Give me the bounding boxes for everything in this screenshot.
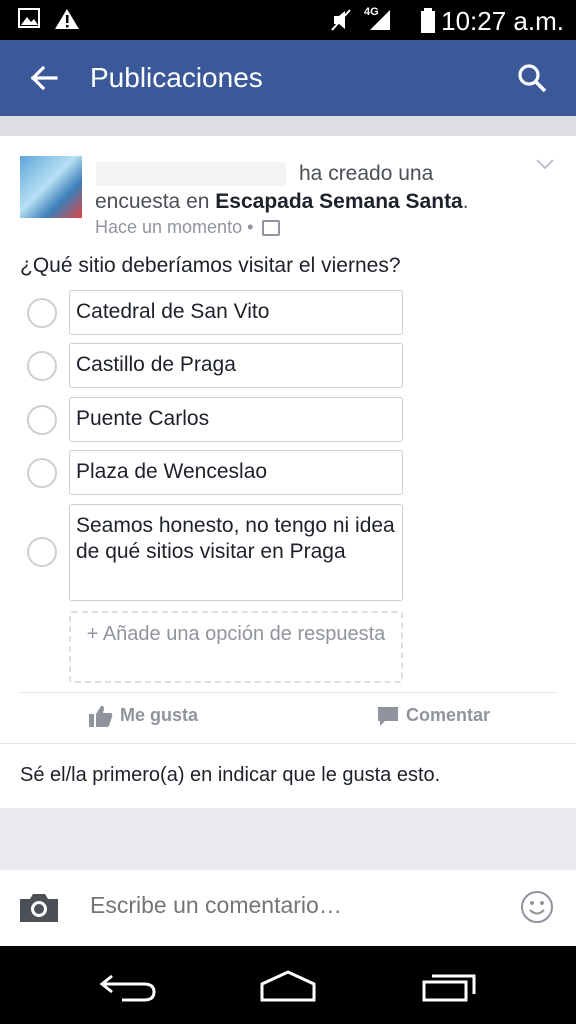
- option-label[interactable]: Puente Carlos: [69, 397, 403, 442]
- avatar[interactable]: [20, 156, 82, 218]
- warning-icon: [55, 9, 79, 29]
- image-icon: [18, 8, 40, 28]
- comment-button[interactable]: Comentar: [376, 704, 490, 734]
- camera-icon[interactable]: [18, 892, 60, 924]
- post-meta: Hace un momento •: [95, 217, 281, 238]
- divider: [20, 692, 556, 693]
- add-option-button[interactable]: + Añade una opción de respuesta: [69, 611, 403, 683]
- signal-icon: [370, 10, 390, 30]
- battery-icon: [421, 8, 435, 33]
- poll-post-card: ha creado una encuesta en Escapada Seman…: [0, 136, 576, 808]
- mute-icon: [331, 9, 351, 31]
- recents-nav-icon[interactable]: [418, 968, 478, 1004]
- headline-end: .: [462, 190, 469, 213]
- option-label[interactable]: Catedral de San Vito: [69, 290, 403, 335]
- like-button[interactable]: Me gusta: [88, 704, 198, 734]
- option-label[interactable]: Castillo de Praga: [69, 343, 403, 388]
- headline-action: ha creado una: [299, 162, 434, 185]
- page-title: Publicaciones: [90, 62, 263, 93]
- comment-composer: [0, 870, 576, 946]
- emoji-icon[interactable]: [520, 890, 554, 924]
- option-label[interactable]: Plaza de Wenceslao: [69, 450, 403, 495]
- post-headline: ha creado una encuesta en Escapada Seman…: [95, 160, 525, 216]
- divider: [0, 743, 576, 744]
- poll-question: ¿Qué sitio deberíamos visitar el viernes…: [20, 254, 401, 277]
- headline-rest: encuesta en: [95, 190, 210, 213]
- group-privacy-icon: [262, 220, 281, 237]
- search-icon[interactable]: [516, 62, 548, 94]
- radio-button[interactable]: [27, 298, 57, 328]
- like-label: Me gusta: [120, 704, 199, 725]
- timestamp[interactable]: Hace un momento: [95, 217, 242, 237]
- radio-button[interactable]: [27, 458, 57, 488]
- home-nav-icon[interactable]: [258, 968, 318, 1004]
- system-nav-bar: [0, 946, 576, 1024]
- back-nav-icon[interactable]: [98, 968, 158, 1004]
- comment-input[interactable]: [90, 892, 490, 919]
- likes-summary: Sé el/la primero(a) en indicar que le gu…: [20, 764, 441, 786]
- option-label[interactable]: Seamos honesto, no tengo ni idea de qué …: [69, 504, 403, 601]
- feed-gap: [0, 116, 576, 136]
- clock: 10:27 a.m.: [441, 6, 564, 36]
- thumbs-up-icon: [89, 705, 113, 727]
- radio-button[interactable]: [27, 405, 57, 435]
- comment-label: Comentar: [406, 704, 491, 725]
- radio-button[interactable]: [27, 537, 57, 567]
- back-arrow-icon[interactable]: [28, 62, 60, 94]
- meta-separator: •: [247, 217, 254, 237]
- app-bar: Publicaciones: [0, 40, 576, 116]
- radio-button[interactable]: [27, 351, 57, 381]
- comment-icon: [378, 707, 398, 726]
- status-bar: 4G 10:27 a.m.: [0, 0, 576, 40]
- group-name-link[interactable]: Escapada Semana Santa: [215, 190, 462, 213]
- chevron-down-icon[interactable]: [536, 158, 554, 170]
